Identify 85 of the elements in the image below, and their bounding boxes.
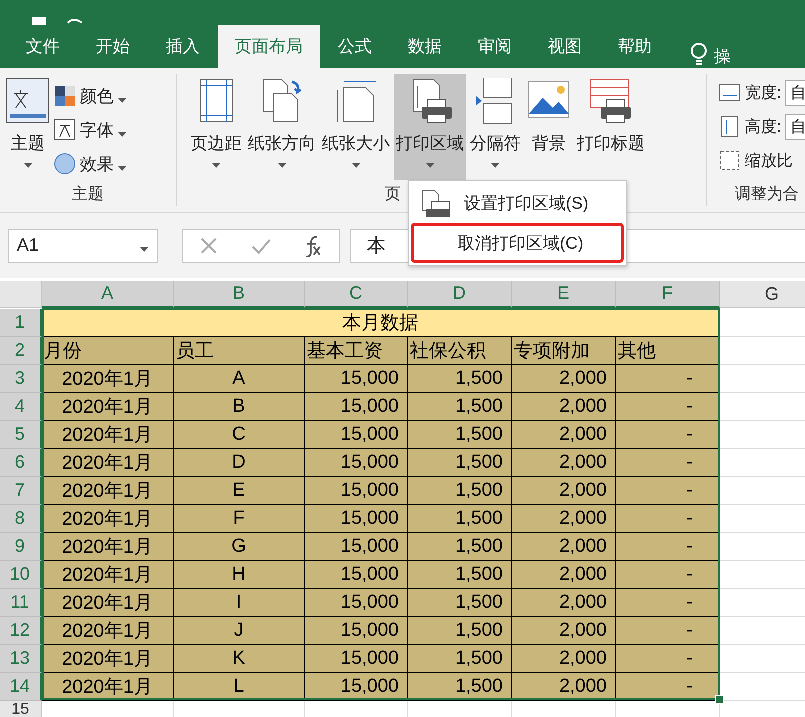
table-cell: H [174, 561, 305, 589]
header-cell: 社保公积 [408, 337, 512, 365]
scale-label: 高度: [745, 118, 782, 138]
table-cell: 15,000 [305, 617, 408, 645]
table-cell: 15,000 [305, 393, 408, 421]
table-cell: F [174, 505, 305, 533]
table-cell: 1,500 [408, 589, 512, 617]
table-cell: 1,500 [408, 505, 512, 533]
table-cell-text: - [686, 452, 694, 474]
table-cell: 2,000 [512, 645, 616, 673]
table-cell-text: - [686, 620, 694, 642]
table-cell: 15,000 [305, 673, 408, 701]
table-cell: A [174, 365, 305, 393]
table-cell: 15,000 [305, 421, 408, 449]
table-cell: 15,000 [305, 449, 408, 477]
table-cell: 2020年1月 [42, 561, 174, 589]
table-cell: C [174, 421, 305, 449]
header-cell: 员工 [174, 337, 305, 365]
table-cell-text: - [686, 536, 694, 558]
table-cell: 2020年1月 [42, 449, 174, 477]
header-cell: 专项附加 [512, 337, 616, 365]
table-cell: I [174, 589, 305, 617]
table-cell: 15,000 [305, 645, 408, 673]
table-cell-text: - [686, 592, 694, 614]
table-cell: 2020年1月 [42, 421, 174, 449]
table-cell: 2,000 [512, 533, 616, 561]
table-cell: 2020年1月 [42, 645, 174, 673]
table-cell: J [174, 617, 305, 645]
header-cell: 基本工资 [305, 337, 408, 365]
table-cell: B [174, 393, 305, 421]
table-cell: 2,000 [512, 589, 616, 617]
table-cell: 15,000 [305, 365, 408, 393]
header-cell: 其他 [616, 337, 720, 365]
table-cell-text: - [686, 648, 694, 670]
table-cell: 2020年1月 [42, 477, 174, 505]
table-cell: 2020年1月 [42, 365, 174, 393]
table-cell-text: - [686, 424, 694, 446]
table-cell-text: - [686, 508, 694, 530]
table-cell: 2020年1月 [42, 393, 174, 421]
table-cell: 2,000 [512, 617, 616, 645]
table-cell: 1,500 [408, 645, 512, 673]
table-cell: G [174, 533, 305, 561]
table-cell: 1,500 [408, 673, 512, 701]
table-cell: 2020年1月 [42, 533, 174, 561]
group-label: 主题 [71, 184, 105, 205]
table-cell: 15,000 [305, 561, 408, 589]
table-cell: 2020年1月 [42, 505, 174, 533]
table-cell: 2,000 [512, 505, 616, 533]
table-cell: 2,000 [512, 673, 616, 701]
table-cell: 1,500 [408, 561, 512, 589]
table-cell: 2020年1月 [42, 617, 174, 645]
table-cell: D [174, 449, 305, 477]
table-cell-text: - [686, 676, 694, 698]
table-cell: 2,000 [512, 561, 616, 589]
table-cell: 15,000 [305, 533, 408, 561]
table-cell: 2020年1月 [42, 673, 174, 701]
table-cell: 2,000 [512, 393, 616, 421]
table-cell: 15,000 [305, 589, 408, 617]
table-cell: 1,500 [408, 449, 512, 477]
table-cell: 1,500 [408, 617, 512, 645]
table-cell: 2,000 [512, 449, 616, 477]
table-cell: 1,500 [408, 365, 512, 393]
table-cell: 2,000 [512, 365, 616, 393]
table-cell: 15,000 [305, 505, 408, 533]
table-cell: 1,500 [408, 393, 512, 421]
table-cell-text: - [686, 368, 694, 390]
table-cell: 2020年1月 [42, 589, 174, 617]
table-cell: L [174, 673, 305, 701]
scale-label: 缩放比 [745, 152, 793, 172]
header-cell: 月份 [42, 337, 174, 365]
table-cell-text: - [686, 564, 694, 586]
table-cell-text: - [686, 480, 694, 502]
group-label: 页 [385, 186, 401, 203]
sheet-title-cell: 本月数据 [42, 309, 720, 337]
table-cell: E [174, 477, 305, 505]
table-cell: 1,500 [408, 533, 512, 561]
table-cell: 2,000 [512, 421, 616, 449]
table-cell: 15,000 [305, 477, 408, 505]
scale-label: 宽度: [745, 84, 782, 104]
table-cell: K [174, 645, 305, 673]
group-label: 调整为合 [734, 184, 800, 205]
table-cell: 1,500 [408, 477, 512, 505]
table-cell-text: - [686, 396, 694, 418]
table-cell: 1,500 [408, 421, 512, 449]
table-cell: 2,000 [512, 477, 616, 505]
